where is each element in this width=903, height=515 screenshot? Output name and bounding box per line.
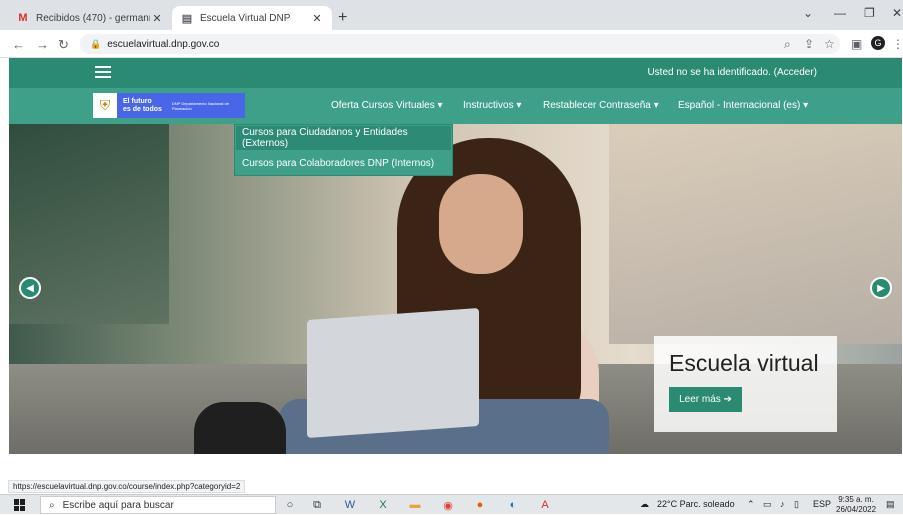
menu-restablecer-contrasena[interactable]: Restablecer Contraseña ▾ [543,100,659,111]
site-top-bar: Usted no se ha identificado. (Acceder) [9,58,902,88]
windows-taskbar: ⌕ Escribe aquí para buscar ○ ⧉ W X ▬ ◉ ●… [0,494,903,514]
tab-title: Recibidos (470) - germanmurillo( [36,12,150,24]
search-icon: ⌕ [49,499,55,511]
close-window-icon[interactable]: ✕ [892,6,902,20]
file-explorer-icon[interactable]: ▬ [408,498,422,512]
bookmark-star-icon[interactable]: ☆ [824,37,835,51]
tray-chevron-icon[interactable]: ⌃ [747,499,755,510]
minimize-icon[interactable]: — [834,6,846,20]
taskbar-search-placeholder: Escribe aquí para buscar [62,499,174,511]
dropdown-item-internos[interactable]: Cursos para Colaboradores DNP (Internos) [236,151,451,175]
hero-photo-building [609,124,902,344]
close-tab-icon[interactable]: ✕ [310,12,324,25]
weather-text[interactable]: 22°C Parc. soleado [657,499,735,509]
url-text: escuelavirtual.dnp.gov.co [107,38,220,50]
zoom-icon[interactable]: ⌕ [784,37,791,52]
volume-icon[interactable]: ♪ [780,499,785,509]
carousel-prev-icon[interactable]: ◀ [19,277,41,299]
address-bar-row: ← → ↻ 🔒 escuelavirtual.dnp.gov.co ⌕ ⇪ ☆ … [0,30,903,58]
taskbar-clock[interactable]: 9:35 a. m. 26/04/2022 [836,495,876,515]
logo-line1: El futuro [123,97,152,105]
site-logo[interactable]: ⛨ El futuro es de todos DNP Departamento… [93,93,245,118]
network-icon[interactable]: ▭ [763,499,772,510]
excel-icon[interactable]: X [376,498,390,512]
forward-icon[interactable]: → [36,37,49,52]
menu-language[interactable]: Español - Internacional (es) ▾ [678,100,808,111]
edge-icon[interactable]: ◐ [506,498,520,512]
windows-start-icon[interactable] [14,499,26,511]
lock-icon: 🔒 [90,38,102,49]
browser-tabbar: M Recibidos (470) - germanmurillo( ✕ ▤ E… [0,0,903,30]
dropdown-item-externos[interactable]: Cursos para Ciudadanos y Entidades (Exte… [236,126,451,150]
status-url: https://escuelavirtual.dnp.gov.co/course… [8,480,246,493]
tab-search-icon[interactable]: ⌄ [803,6,813,20]
restore-icon[interactable]: ❐ [864,6,875,20]
hero-carousel: ◀ ▶ Escuela virtual Leer más ➔ [9,124,902,454]
site-navbar: ⛨ El futuro es de todos DNP Departamento… [9,88,902,124]
cortana-icon[interactable]: ○ [283,498,297,512]
menu-instructivos[interactable]: Instructivos ▾ [463,100,521,111]
notifications-icon[interactable]: ▤ [886,499,895,510]
sidepanel-icon[interactable]: ▣ [851,37,862,51]
menu-oferta-cursos[interactable]: Oferta Cursos Virtuales ▾ [331,100,443,111]
hero-photo-face [439,174,523,274]
page-icon: ▤ [181,12,193,25]
profile-avatar[interactable]: G [871,36,885,50]
hero-caption: Escuela virtual Leer más ➔ [654,336,837,432]
chrome-icon[interactable]: ◉ [441,498,455,512]
tab-title: Escuela Virtual DNP [200,12,291,24]
url-field[interactable]: 🔒 escuelavirtual.dnp.gov.co [80,34,840,54]
new-tab-button[interactable]: + [338,9,347,27]
hero-photo-bag [194,402,286,454]
word-icon[interactable]: W [343,498,357,512]
task-view-icon[interactable]: ⧉ [310,498,324,512]
language-indicator[interactable]: ESP [813,499,831,509]
coat-of-arms-icon: ⛨ [93,93,117,118]
clock-time: 9:35 a. m. [838,495,874,504]
login-link[interactable]: Usted no se ha identificado. (Acceder) [647,67,817,78]
tab-escuela-virtual[interactable]: ▤ Escuela Virtual DNP ✕ [172,6,332,30]
oferta-cursos-dropdown: Cursos para Ciudadanos y Entidades (Exte… [234,124,453,176]
hero-title: Escuela virtual [669,350,819,376]
gmail-icon: M [18,12,28,24]
taskbar-search-field[interactable]: ⌕ Escribe aquí para buscar [40,496,276,514]
logo-dnp-text: DNP Departamento Nacional de Planeación [171,100,229,111]
close-tab-icon[interactable]: ✕ [150,12,164,25]
acrobat-icon[interactable]: A [538,498,552,512]
battery-icon[interactable]: ▯ [794,499,799,510]
share-icon[interactable]: ⇪ [804,37,814,51]
hamburger-menu-icon[interactable] [95,66,111,81]
logo-line2: es de todos [123,105,162,113]
carousel-next-icon[interactable]: ▶ [870,277,892,299]
weather-icon[interactable]: ☁ [640,499,649,510]
tab-gmail[interactable]: M Recibidos (470) - germanmurillo( ✕ [8,6,172,30]
menu-dots-icon[interactable]: ⋮ [892,37,903,51]
hero-photo-laptop [307,307,479,439]
reload-icon[interactable]: ↻ [58,37,69,53]
firefox-icon[interactable]: ● [473,498,487,512]
read-more-button[interactable]: Leer más ➔ [669,387,742,412]
back-icon[interactable]: ← [12,37,25,52]
